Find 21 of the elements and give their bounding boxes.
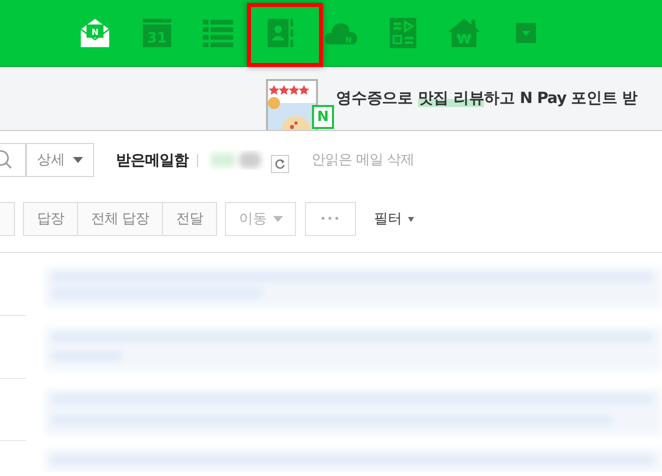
- banner-text[interactable]: 영수증으로 맛집 리뷰하고 N Pay 포인트 받: [336, 88, 638, 109]
- reply-button[interactable]: 답장: [23, 202, 78, 236]
- move-dropdown[interactable]: 이동: [224, 202, 296, 236]
- refresh-icon: [274, 158, 286, 170]
- envelope-icon[interactable]: N: [78, 16, 112, 50]
- more-button[interactable]: •••: [304, 202, 356, 236]
- filter-dropdown[interactable]: 필터: [374, 210, 414, 228]
- refresh-button[interactable]: [270, 155, 288, 173]
- mailbox-title: 받은메일함: [116, 150, 188, 170]
- promo-banner[interactable]: N 영수증으로 맛집 리뷰하고 N Pay 포인트 받: [0, 67, 662, 131]
- caret-icon: [408, 216, 414, 222]
- dropdown-icon[interactable]: [516, 23, 536, 43]
- toolbar-button[interactable]: [0, 202, 15, 236]
- naver-badge: N: [312, 105, 334, 129]
- reply-button[interactable]: 전체 답장: [78, 202, 163, 236]
- delete-unread-link[interactable]: 안읽은 메일 삭제: [312, 151, 414, 169]
- search-button[interactable]: [0, 143, 26, 177]
- detail-dropdown[interactable]: 상세: [26, 143, 94, 177]
- caret-icon: [73, 157, 83, 163]
- reply-button[interactable]: 전달: [162, 202, 217, 236]
- caret-icon: [272, 216, 283, 222]
